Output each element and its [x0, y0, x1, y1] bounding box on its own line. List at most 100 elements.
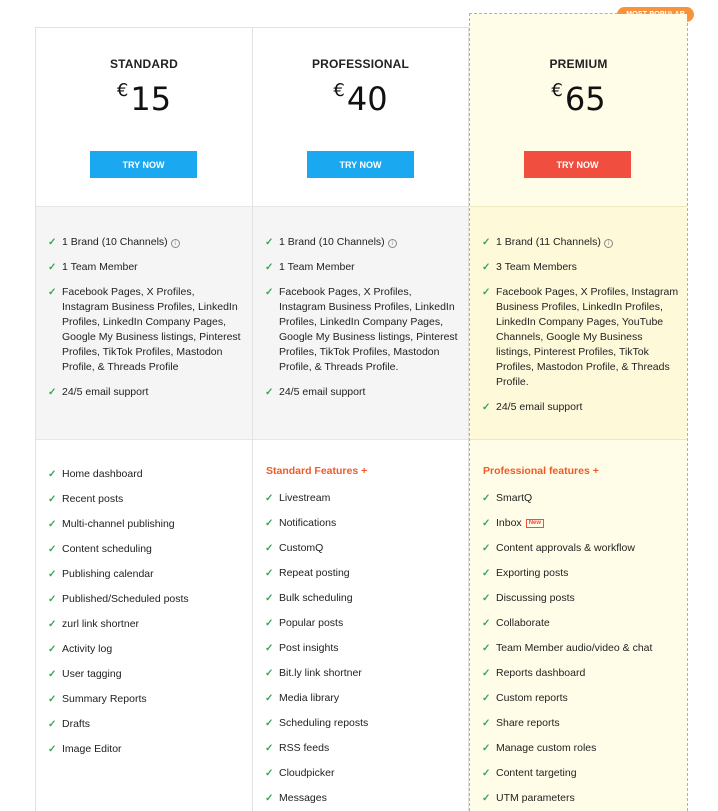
- feature-text: zurl link shortner: [62, 618, 140, 630]
- feature-item: ✓ Image Editor: [48, 742, 244, 757]
- price-amount: 40: [346, 80, 388, 118]
- check-icon: ✓: [265, 518, 274, 529]
- feature-text: Home dashboard: [62, 468, 143, 480]
- summary-list: ✓ 1 Brand (11 Channels) i ✓ 3 Team Members ✓ F…: [482, 235, 679, 425]
- info-icon[interactable]: i: [603, 239, 613, 248]
- summary-text: 3 Team Members: [496, 261, 577, 273]
- check-icon: ✓: [482, 402, 491, 413]
- summary-text: Facebook Pages, X Profiles, Instagram Bu…: [279, 286, 458, 373]
- plan-price: €15: [36, 80, 252, 118]
- summary-item: ✓ 1 Brand (10 Channels) i: [265, 235, 460, 250]
- feature-text: SmartQ: [496, 492, 533, 504]
- feature-item: ✓ UTM parameters: [482, 791, 679, 806]
- summary-text: 1 Brand (10 Channels): [279, 236, 385, 248]
- check-icon: ✓: [48, 469, 57, 480]
- feature-item: ✓ Published/Scheduled posts: [48, 592, 244, 607]
- check-icon: ✓: [482, 793, 491, 804]
- plan-standard: STANDARD €15 TRY NOW ✓ 1 Brand (10 Channe…: [35, 27, 252, 811]
- price-amount: 15: [130, 80, 172, 118]
- check-icon: ✓: [48, 669, 57, 680]
- feature-item: ✓ Recent posts: [48, 492, 244, 507]
- feature-item: ✓ zurl link shortner: [48, 617, 244, 632]
- summary-text: 1 Brand (11 Channels): [496, 236, 601, 248]
- currency-symbol: €: [333, 80, 345, 101]
- check-icon: ✓: [265, 493, 274, 504]
- check-icon: ✓: [48, 594, 57, 605]
- feature-text: Livestream: [279, 492, 331, 504]
- feature-item: ✓ Collaborate: [482, 616, 679, 631]
- feature-text: Drafts: [62, 718, 91, 730]
- feature-item: ✓ Messages: [265, 791, 460, 806]
- info-icon[interactable]: i: [387, 239, 397, 248]
- check-icon: ✓: [48, 719, 57, 730]
- try-now-button[interactable]: TRY NOW: [90, 151, 197, 178]
- plan-name: PREMIUM: [549, 57, 608, 71]
- check-icon: ✓: [482, 287, 491, 298]
- feature-item: ✓ Reports dashboard: [482, 666, 679, 681]
- feature-text: Repeat posting: [279, 567, 350, 579]
- feature-item: ✓ Custom reports: [482, 691, 679, 706]
- feature-item: ✓ Repeat posting: [265, 566, 460, 581]
- summary-item: ✓ 1 Team Member: [265, 260, 460, 275]
- check-icon: ✓: [48, 287, 57, 298]
- info-icon[interactable]: i: [170, 239, 180, 248]
- check-icon: ✓: [482, 693, 491, 704]
- feature-list: ✓ SmartQ ✓ Inbox New ✓ Content approvals & wor…: [482, 491, 679, 811]
- feature-item: ✓ Content scheduling: [48, 542, 244, 557]
- check-icon: ✓: [265, 793, 274, 804]
- feature-item: ✓ Bit.ly link shortner: [265, 666, 460, 681]
- check-icon: ✓: [265, 387, 274, 398]
- feature-item: ✓ Content targeting: [482, 766, 679, 781]
- check-icon: ✓: [265, 593, 274, 604]
- feature-item: ✓ Popular posts: [265, 616, 460, 631]
- plan-header: PROFESSIONAL €40 TRY NOW: [253, 28, 468, 206]
- feature-text: Publishing calendar: [62, 568, 154, 580]
- plan-summary: ✓ 1 Brand (10 Channels) i ✓ 1 Team Member ✓ Fa…: [36, 206, 252, 440]
- check-icon: ✓: [265, 237, 274, 248]
- feature-text: Cloudpicker: [279, 767, 335, 779]
- feature-text: Manage custom roles: [496, 742, 597, 754]
- try-now-button[interactable]: TRY NOW: [307, 151, 414, 178]
- check-icon: ✓: [482, 568, 491, 579]
- summary-item: ✓ Facebook Pages, X Profiles, Instagram B…: [482, 285, 679, 390]
- feature-text: Recent posts: [62, 493, 124, 505]
- check-icon: ✓: [482, 768, 491, 779]
- summary-item: ✓ 24/5 email support: [48, 385, 244, 400]
- features-heading: Professional features +: [483, 465, 599, 477]
- summary-text: 24/5 email support: [279, 386, 366, 398]
- currency-symbol: €: [116, 80, 129, 101]
- feature-item: ✓ Team Member audio/video & chat: [482, 641, 679, 656]
- check-icon: ✓: [48, 519, 57, 530]
- summary-item: ✓ Facebook Pages, X Profiles, Instagram B…: [48, 285, 244, 375]
- check-icon: ✓: [265, 287, 274, 298]
- summary-item: ✓ 24/5 email support: [482, 400, 679, 415]
- check-icon: ✓: [482, 718, 491, 729]
- feature-text: Summary Reports: [62, 693, 147, 705]
- plan-header: PREMIUM €65 TRY NOW: [470, 14, 687, 206]
- summary-item: ✓ 1 Brand (10 Channels) i: [48, 235, 244, 250]
- feature-item: ✓ Cloudpicker: [265, 766, 460, 781]
- feature-item: ✓ Post insights: [265, 641, 460, 656]
- feature-text: Exporting posts: [496, 567, 569, 579]
- feature-text: Team Member audio/video & chat: [496, 642, 653, 654]
- feature-item: ✓ Media library: [265, 691, 460, 706]
- feature-text: Share reports: [496, 717, 560, 729]
- feature-item: ✓ Manage custom roles: [482, 741, 679, 756]
- feature-item: ✓ User tagging: [48, 667, 244, 682]
- plan-header: STANDARD €15 TRY NOW: [36, 28, 252, 206]
- summary-item: ✓ 1 Team Member: [48, 260, 244, 275]
- plan-summary: ✓ 1 Brand (11 Channels) i ✓ 3 Team Members ✓ F…: [470, 206, 687, 440]
- feature-item: ✓ Bulk scheduling: [265, 591, 460, 606]
- summary-text: 24/5 email support: [496, 401, 583, 413]
- feature-item: ✓ Inbox New: [482, 516, 679, 531]
- feature-item: ✓ Activity log: [48, 642, 244, 657]
- plan-professional: PROFESSIONAL €40 TRY NOW ✓ 1 Brand (10 Ch…: [252, 27, 469, 811]
- summary-text: 1 Team Member: [279, 261, 355, 273]
- check-icon: ✓: [48, 387, 57, 398]
- check-icon: ✓: [48, 744, 57, 755]
- feature-text: Custom reports: [496, 692, 568, 704]
- try-now-button[interactable]: TRY NOW: [524, 151, 631, 178]
- check-icon: ✓: [48, 237, 57, 248]
- feature-text: Inbox: [496, 517, 522, 529]
- feature-item: ✓ Notifications: [265, 516, 460, 531]
